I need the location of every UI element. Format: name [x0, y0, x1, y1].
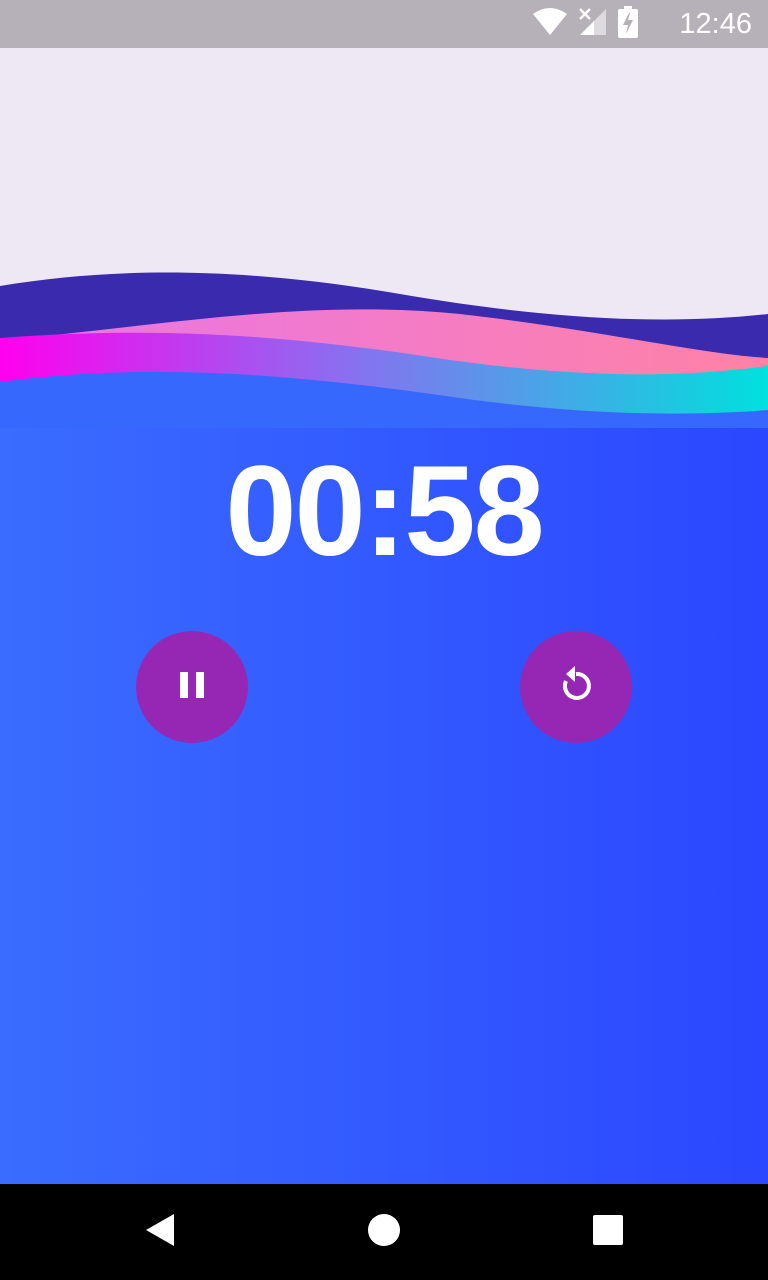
replay-icon: [555, 664, 597, 711]
back-icon: [144, 1213, 176, 1252]
recents-icon: [593, 1214, 623, 1250]
pause-icon: [177, 670, 207, 705]
wifi-icon: [532, 7, 568, 41]
home-icon: [367, 1213, 401, 1252]
timer-screen: 12:46 00:58: [0, 0, 768, 1280]
back-button[interactable]: [136, 1208, 184, 1256]
status-time: 12:46: [679, 8, 752, 40]
battery-charging-icon: [618, 5, 638, 43]
pause-button[interactable]: [136, 631, 248, 743]
reset-button[interactable]: [520, 631, 632, 743]
navigation-bar: [0, 1184, 768, 1280]
timer-display: 00:58: [225, 440, 544, 583]
recents-button[interactable]: [584, 1208, 632, 1256]
home-button[interactable]: [360, 1208, 408, 1256]
signal-no-service-icon: [578, 7, 608, 42]
status-icons: [532, 5, 638, 43]
wave-header: [0, 48, 768, 428]
status-bar: 12:46: [0, 0, 768, 48]
